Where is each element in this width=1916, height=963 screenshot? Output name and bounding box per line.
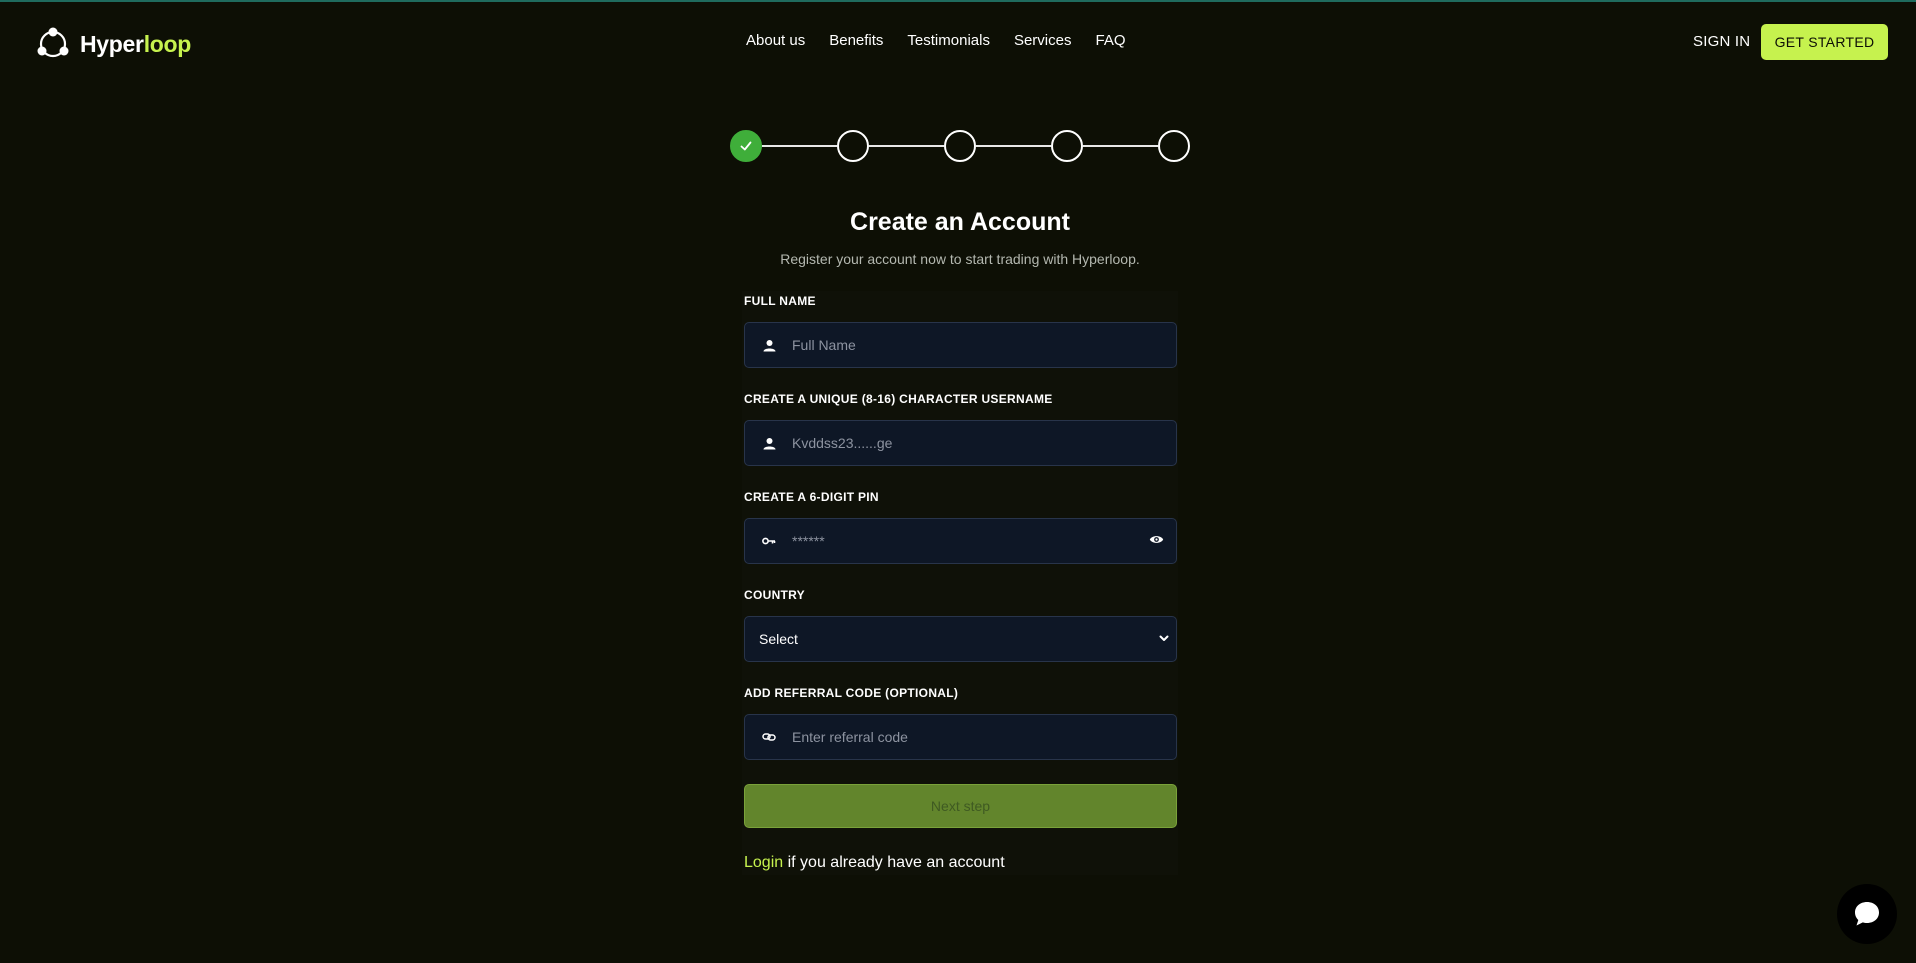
checkmark-icon (740, 141, 752, 151)
pin-placeholder: ****** (792, 533, 825, 549)
full-name-field[interactable]: Full Name (744, 322, 1177, 368)
login-prompt-text: if you already have an account (783, 854, 1005, 871)
step-3 (944, 130, 976, 162)
nav-testimonials[interactable]: Testimonials (907, 32, 990, 49)
get-started-button[interactable]: GET STARTED (1761, 24, 1888, 60)
referral-label: ADD REFERRAL CODE (OPTIONAL) (744, 686, 959, 700)
step-connector (869, 145, 944, 147)
username-field[interactable]: Kvddss23......ge (744, 420, 1177, 466)
logo-icon (37, 27, 69, 58)
step-2 (837, 130, 869, 162)
key-icon (762, 536, 776, 546)
user-icon (762, 437, 776, 450)
username-label: CREATE A UNIQUE (8-16) CHARACTER USERNAM… (744, 392, 1053, 406)
login-prompt: Login if you already have an account (744, 854, 1005, 872)
user-icon (762, 339, 776, 352)
step-1-complete (730, 130, 762, 162)
country-label: COUNTRY (744, 588, 805, 602)
link-icon (762, 732, 776, 742)
login-link[interactable]: Login (744, 854, 783, 871)
full-name-placeholder: Full Name (792, 337, 856, 353)
page-title: Create an Account (850, 208, 1070, 236)
progress-stepper (730, 130, 1190, 162)
referral-field[interactable]: Enter referral code (744, 714, 1177, 760)
step-4 (1051, 130, 1083, 162)
signup-form: FULL NAME Full Name CREATE A UNIQUE (8-1… (742, 291, 1178, 875)
nav-services[interactable]: Services (1014, 32, 1072, 49)
logo-text: Hyperloop (80, 30, 192, 57)
next-step-button[interactable]: Next step (744, 784, 1177, 828)
page-subtitle: Register your account now to start tradi… (780, 251, 1140, 267)
chevron-down-icon (1158, 631, 1170, 649)
pin-label: CREATE A 6-DIGIT PIN (744, 490, 879, 504)
step-connector (1083, 145, 1158, 147)
step-5 (1158, 130, 1190, 162)
logo[interactable]: Hyperloop (36, 26, 191, 62)
pin-field[interactable]: ****** (744, 518, 1177, 564)
step-connector (762, 145, 837, 147)
referral-placeholder: Enter referral code (792, 729, 908, 745)
site-header: Hyperloop About us Benefits Testimonials… (0, 2, 1916, 82)
full-name-label: FULL NAME (744, 294, 816, 308)
username-placeholder: Kvddss23......ge (792, 435, 893, 451)
chat-button[interactable] (1837, 884, 1897, 944)
main-nav: About us Benefits Testimonials Services … (746, 32, 1150, 49)
nav-about-us[interactable]: About us (746, 32, 805, 49)
step-connector (976, 145, 1051, 147)
sign-in-link[interactable]: SIGN IN (1693, 33, 1750, 50)
country-selected-value: Select (759, 631, 798, 647)
country-select[interactable]: Select (744, 616, 1177, 662)
eye-icon[interactable] (1149, 532, 1164, 552)
chat-bubble-icon (1855, 902, 1879, 926)
nav-faq[interactable]: FAQ (1095, 32, 1125, 49)
nav-benefits[interactable]: Benefits (829, 32, 883, 49)
